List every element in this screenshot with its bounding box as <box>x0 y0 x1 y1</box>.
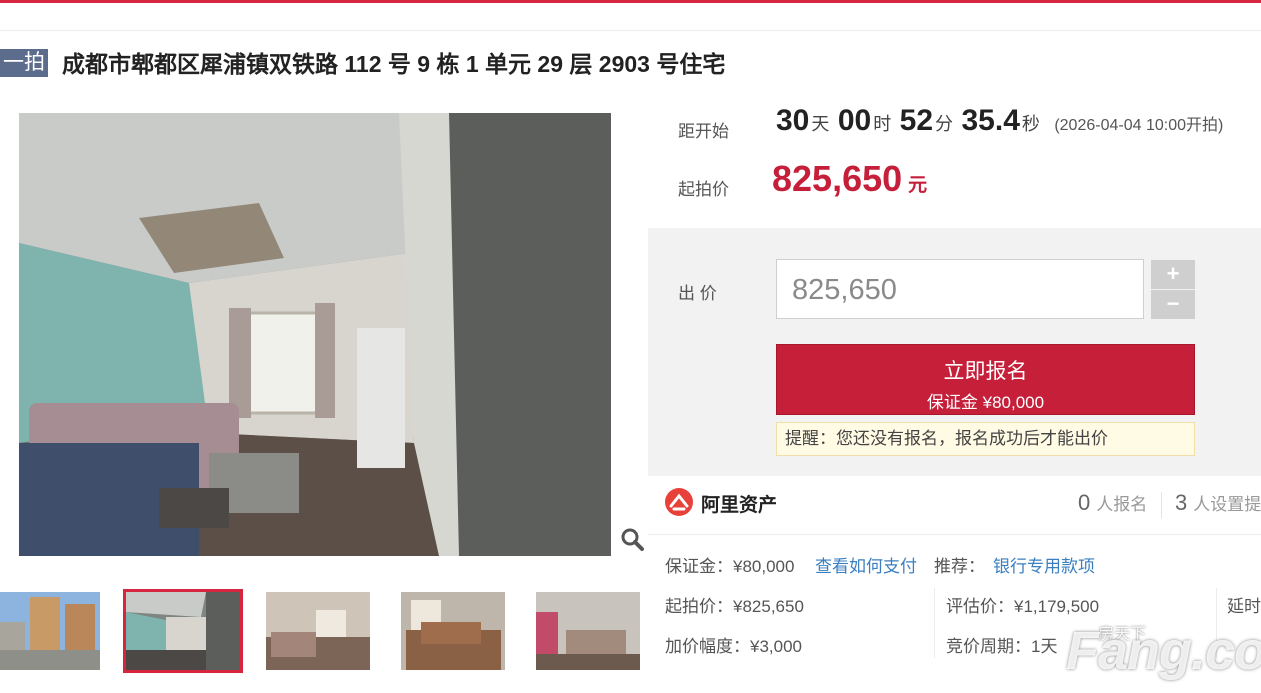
start-price-currency: 元 <box>908 175 928 196</box>
ali-assets-logo-icon <box>665 488 693 516</box>
header-divider <box>0 30 1261 31</box>
increase-bid-button[interactable]: + <box>1151 260 1195 289</box>
appraisal-info: 评估价：¥1,179,500 <box>946 597 1100 616</box>
delay-info: 延时 <box>1227 597 1261 616</box>
watermark-brand: Fang.com <box>1066 621 1261 681</box>
start-price: 825,650 元 <box>772 158 927 200</box>
countdown-days: 30 <box>776 104 810 137</box>
registered-label: 人报名 <box>1096 495 1148 514</box>
hours-unit: 时 <box>873 114 892 134</box>
bid-amount-input[interactable]: 825,650 <box>776 259 1144 319</box>
magnifier-icon <box>621 528 644 551</box>
signup-button[interactable]: 立即报名 保证金 ¥80,000 <box>776 344 1195 415</box>
countdown-label: 距开始 <box>678 122 729 141</box>
increment-info: 加价幅度：¥3,000 <box>665 637 802 656</box>
cycle-info: 竞价周期：1天 <box>946 637 1058 656</box>
recommend-label: 推荐： <box>934 557 985 576</box>
thumbnail-4[interactable] <box>401 592 505 670</box>
bid-label: 出 价 <box>678 284 717 303</box>
countdown-seconds: 35.4 <box>961 104 1020 137</box>
top-accent-line <box>0 0 1261 3</box>
how-to-pay-link[interactable]: 查看如何支付 <box>815 552 917 577</box>
column-divider-1 <box>934 588 935 658</box>
start-price-value: 825,650 <box>772 158 903 199</box>
count-divider <box>1161 492 1162 518</box>
page-title: 成都市郫都区犀浦镇双铁路 112 号 9 栋 1 单元 29 层 2903 号住… <box>62 51 726 77</box>
thumbnail-3[interactable] <box>266 592 370 670</box>
start-price-info: 起拍价：¥825,650 <box>665 597 804 616</box>
reminder-label: 人设置提 <box>1193 495 1261 514</box>
signup-label: 立即报名 <box>943 360 1028 383</box>
signup-deposit: 保证金 ¥80,000 <box>926 393 1045 412</box>
countdown-timer: 30 天 00 时 52 分 35.4 秒 (2026-04-04 10:00开拍) <box>776 104 1223 138</box>
zoom-button[interactable] <box>616 522 648 556</box>
thumbnail-1[interactable] <box>0 592 100 670</box>
thumbnail-2[interactable] <box>123 589 243 673</box>
bank-payment-link[interactable]: 银行专用款项 <box>993 552 1095 577</box>
countdown-hours: 00 <box>837 104 872 137</box>
deposit-info: 保证金：¥80,000 <box>665 557 795 576</box>
seconds-unit: 秒 <box>1021 114 1040 134</box>
minutes-unit: 分 <box>935 114 954 134</box>
signup-notice: 提醒：您还没有报名，报名成功后才能出价 <box>776 422 1195 456</box>
reminder-count: 3 人设置提 <box>1175 490 1261 516</box>
registered-number: 0 <box>1078 490 1091 515</box>
days-unit: 天 <box>811 114 830 134</box>
reminder-number: 3 <box>1175 490 1188 515</box>
decrease-bid-button[interactable]: − <box>1151 290 1195 319</box>
main-property-photo[interactable] <box>19 113 611 556</box>
start-price-label: 起拍价 <box>678 180 729 199</box>
countdown-minutes: 52 <box>899 104 934 137</box>
auction-round-tag: 一拍 <box>0 49 48 77</box>
start-time: (2026-04-04 10:00开拍) <box>1054 117 1224 134</box>
organizer-name[interactable]: 阿里资产 <box>701 490 777 517</box>
thumbnail-5[interactable] <box>536 592 640 670</box>
registered-count: 0 人报名 <box>1078 490 1147 516</box>
